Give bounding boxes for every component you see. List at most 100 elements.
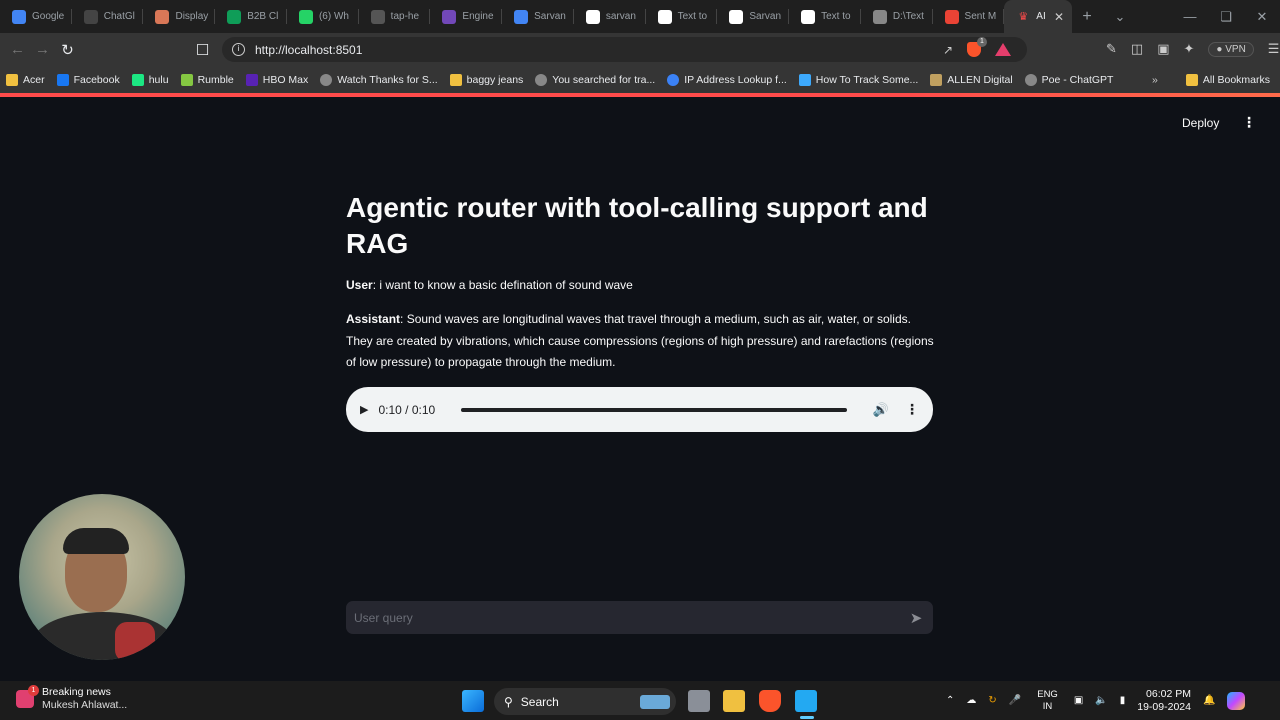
all-bookmarks-button[interactable]: All Bookmarks [1180,73,1276,86]
microphone-icon[interactable]: 🎤 [1009,695,1021,706]
restore-icon[interactable]: ❏ [1208,9,1244,25]
forward-icon[interactable]: → [30,41,55,58]
shield-badge: 1 [977,37,987,47]
chat-input[interactable] [354,610,899,625]
volume-icon[interactable]: 🔊 [873,402,889,418]
network-icon[interactable]: ▣ [1074,695,1083,706]
new-tab-button[interactable]: + [1072,8,1102,26]
windows-start-icon[interactable] [462,690,484,712]
close-tab-icon[interactable]: ✕ [1054,10,1064,24]
volume-icon[interactable]: 🔈 [1095,695,1107,706]
tab-label: ChatGl [103,11,135,22]
audio-player[interactable]: ▶ 0:10 / 0:10 🔊 ⋮ [346,387,933,432]
bookmark-item[interactable]: Poe - ChatGPT [1019,73,1120,86]
system-tray: ⌃ ☁ ↻ 🎤 ENG IN ▣ 🔈 ▮ 06:02 PM 19-09-2024… [946,681,1246,720]
browser-tab[interactable]: Google [0,0,72,33]
main-menu-icon[interactable]: ⋮ [1242,114,1256,131]
taskbar-search[interactable]: ⚲ Search [494,688,676,715]
clock[interactable]: 06:02 PM 19-09-2024 [1137,688,1191,714]
bookmark-item[interactable]: IP Address Lookup f... [661,73,793,86]
browser-tab[interactable]: (6) Wh [287,0,359,33]
back-icon[interactable]: ← [5,41,30,58]
onedrive-icon[interactable]: ☁ [966,695,976,706]
bookmark-item[interactable]: hulu [126,73,175,86]
browser-tab[interactable]: D:\Text [861,0,933,33]
copilot-icon[interactable] [1227,691,1246,710]
bookmark-item[interactable]: Rumble [175,73,240,86]
audio-options-icon[interactable]: ⋮ [905,401,919,418]
globe-icon [667,73,680,86]
bookmark-item[interactable]: How To Track Some... [793,73,925,86]
bookmark-item[interactable]: Facebook [51,73,126,86]
browser-tab-active[interactable]: ♛ AI ✕ [1004,0,1073,33]
bookmark-item[interactable]: HBO Max [240,73,315,86]
bookmark-label: hulu [148,73,169,86]
webcam-overlay [19,494,185,660]
wallet-icon[interactable]: ▣ [1157,41,1169,57]
sync-icon[interactable]: ↻ [988,695,996,706]
browser-tab[interactable]: B2B Cl [215,0,287,33]
task-view-icon[interactable] [688,690,710,712]
file-explorer-icon[interactable] [723,690,745,712]
news-subtitle: Mukesh Ahlawat... [42,699,128,711]
battery-icon[interactable]: ▮ [1120,695,1126,706]
bookmark-icon[interactable]: ☐ [190,41,215,59]
brave-browser-icon[interactable] [759,690,781,712]
person-hair [63,528,129,554]
send-icon[interactable]: ➤ [899,609,933,627]
hbo-icon [245,73,258,86]
bookmark-item[interactable]: You searched for tra... [529,73,661,86]
sidebar-icon[interactable]: ◫ [1131,41,1143,57]
browser-tab[interactable]: Display [143,0,216,33]
tab-label: sarvan [605,11,636,22]
reload-icon[interactable]: ↻ [55,41,80,59]
browser-tab[interactable]: Engine [430,0,503,33]
folder-icon [1185,73,1198,86]
vpn-button[interactable]: ● VPN [1208,41,1254,57]
browser-tab[interactable]: Sent M [933,0,1005,33]
bookmark-item[interactable]: Acer [0,73,51,86]
bookmark-label: Facebook [73,73,120,86]
deploy-button[interactable]: Deploy [1182,116,1219,130]
close-window-icon[interactable]: ✕ [1244,9,1280,25]
gmail-icon [944,9,959,24]
bookmarks-bar: Acer Facebook hulu Rumble HBO Max Watch Thank… [0,66,1280,93]
site-info-icon[interactable]: i [232,43,245,56]
brave-rewards-icon[interactable] [995,43,1011,56]
browser-tab[interactable]: ChatGl [72,0,144,33]
bookmark-item[interactable]: ALLEN Digital [924,73,1018,86]
share-icon[interactable]: ↗ [943,43,953,57]
tab-label: D:\Text [892,11,924,22]
tray-expand-icon[interactable]: ⌃ [946,695,954,706]
browser-tab[interactable]: Text to [789,0,861,33]
news-widget[interactable]: 1 Breaking news Mukesh Ahlawat... [16,685,128,712]
language-indicator[interactable]: ENG IN [1037,689,1058,713]
clock-date: 19-09-2024 [1137,700,1191,713]
browser-tab[interactable]: Text to [646,0,718,33]
vscode-icon[interactable] [795,690,817,712]
message-text: : i want to know a basic defination of s… [372,278,633,292]
audio-progress-bar[interactable] [461,407,847,412]
play-icon[interactable]: ▶ [360,403,368,416]
bookmarks-overflow-icon[interactable]: » [1152,74,1158,86]
browser-tab[interactable]: sarvan [574,0,646,33]
browser-tab[interactable]: tap-he [359,0,431,33]
minimize-icon[interactable]: — [1172,9,1208,25]
bookmark-item[interactable]: baggy jeans [444,73,530,86]
allen-icon [930,73,943,86]
extensions-icon[interactable]: ✎ [1106,41,1117,57]
bookmark-item[interactable]: Watch Thanks for S... [314,73,443,86]
notifications-icon[interactable]: 🔔 [1203,695,1215,706]
address-bar[interactable]: i http://localhost:8501 ↗ 1 [222,37,1027,62]
lang-bottom: IN [1042,700,1053,712]
browser-tab[interactable]: Sarvan [502,0,574,33]
browser-menu-icon[interactable]: ☰ [1268,41,1280,57]
tab-search-icon[interactable]: ⌄ [1102,9,1138,25]
leo-ai-icon[interactable]: ✦ [1184,41,1195,57]
tab-label: Text to [821,11,851,22]
browser-tab[interactable]: Sarvan [717,0,790,33]
tab-label: B2B Cl [247,11,279,22]
url-text[interactable]: http://localhost:8501 [255,43,362,57]
hulu-icon [131,73,144,86]
brave-shield-icon[interactable]: 1 [967,37,987,57]
